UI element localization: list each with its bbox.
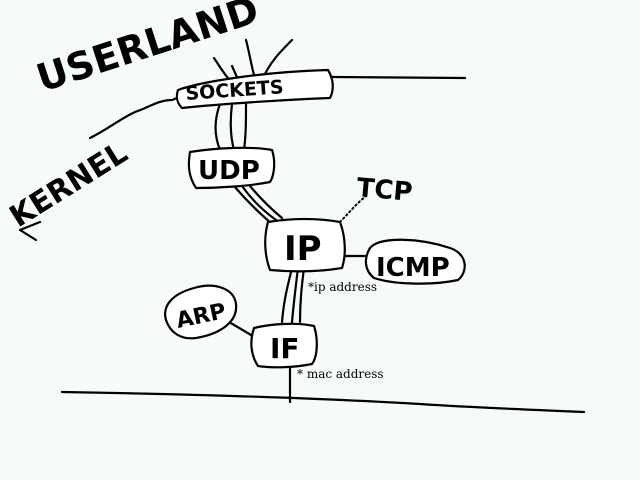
sockets-udp-links (214, 102, 248, 152)
ip-label: IP (284, 229, 322, 269)
kernel-label: KERNEL (4, 135, 134, 234)
tcp-label: TCP (355, 173, 413, 208)
udp-ip-links (232, 184, 284, 226)
mac-address-note: * mac address (297, 367, 384, 381)
network-wire (60, 390, 586, 414)
icmp-label: ICMP (376, 253, 450, 283)
diagram-svg: USERLAND KERNEL SOCKETS UDP TCP IP ICMP … (4, 0, 586, 414)
ip-if-links (280, 266, 306, 324)
ip-address-note: *ip address (308, 280, 377, 294)
udp-label: UDP (198, 156, 260, 186)
network-stack-sketch: USERLAND KERNEL SOCKETS UDP TCP IP ICMP … (0, 0, 640, 480)
if-label: IF (270, 332, 300, 365)
